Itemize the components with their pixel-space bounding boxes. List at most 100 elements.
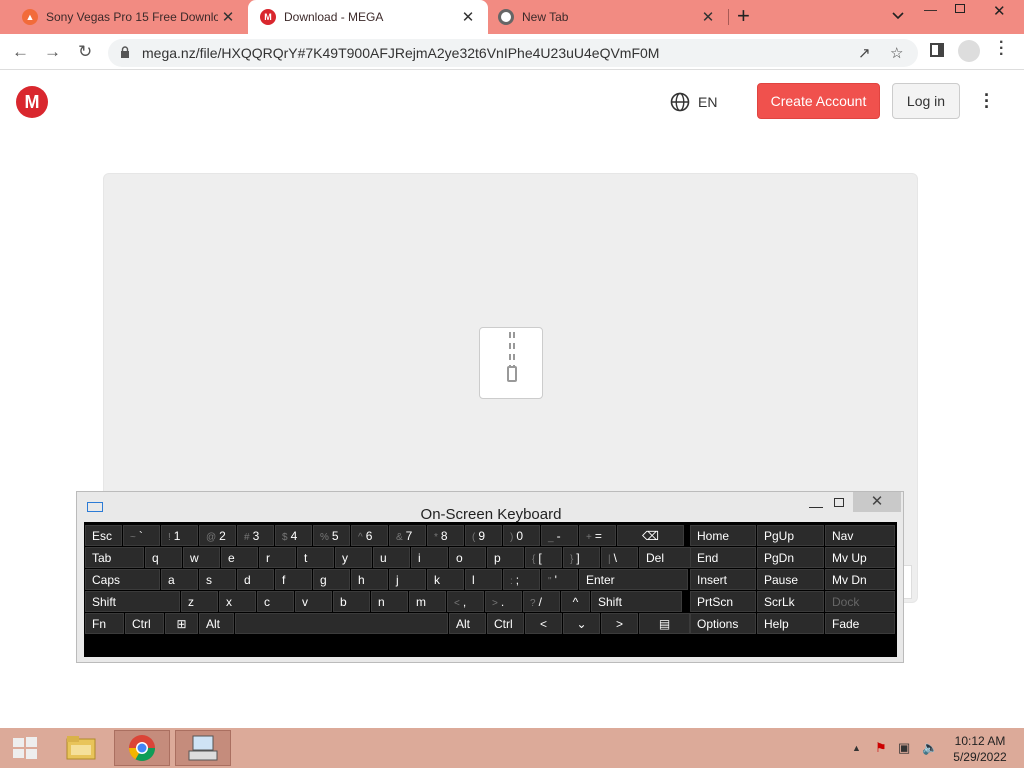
windows-icon[interactable]: ⊞ bbox=[165, 613, 198, 634]
osk-key-ctrl[interactable]: Ctrl bbox=[125, 613, 164, 634]
login-button[interactable]: Log in bbox=[892, 83, 960, 119]
osk-key-j[interactable]: j bbox=[389, 569, 426, 590]
backspace-icon[interactable]: ⌫ bbox=[617, 525, 684, 546]
back-icon[interactable]: ← bbox=[12, 42, 29, 62]
osk-key-p[interactable]: p bbox=[487, 547, 524, 568]
osk-key-pgdn[interactable]: PgDn bbox=[757, 547, 824, 568]
network-icon[interactable]: ▣ bbox=[898, 740, 910, 756]
osk-key-symbol[interactable]: + = bbox=[579, 525, 616, 546]
osk-key-7[interactable]: & 7 bbox=[389, 525, 426, 546]
left-arrow-icon[interactable]: < bbox=[525, 613, 562, 634]
show-hidden-icons-icon[interactable]: ▲ bbox=[852, 743, 861, 753]
osk-key-enter[interactable]: Enter bbox=[579, 569, 688, 590]
browser-menu-icon[interactable]: · · · bbox=[999, 35, 1004, 63]
tab-search-icon[interactable] bbox=[892, 8, 904, 23]
osk-key-3[interactable]: #3 bbox=[237, 525, 274, 546]
osk-key-w[interactable]: w bbox=[183, 547, 220, 568]
osk-key-shift[interactable]: Shift bbox=[591, 591, 682, 612]
restore-window-icon[interactable] bbox=[955, 4, 965, 13]
osk-key-b[interactable]: b bbox=[333, 591, 370, 612]
osk-key-symbol[interactable]: | \ bbox=[601, 547, 638, 568]
osk-key-q[interactable]: q bbox=[145, 547, 182, 568]
close-tab-icon[interactable]: ✕ bbox=[698, 8, 718, 26]
more-options-icon[interactable]: · · · bbox=[984, 86, 990, 116]
close-tab-icon[interactable]: ✕ bbox=[218, 8, 238, 26]
file-explorer-icon[interactable] bbox=[53, 730, 109, 766]
osk-key-scrlk[interactable]: ScrLk bbox=[757, 591, 824, 612]
osk-key-symbol[interactable]: ~ ` bbox=[123, 525, 160, 546]
osk-key-help[interactable]: Help bbox=[757, 613, 824, 634]
forward-icon[interactable]: → bbox=[44, 42, 61, 62]
osk-key-i[interactable]: i bbox=[411, 547, 448, 568]
osk-key-z[interactable]: z bbox=[181, 591, 218, 612]
bookmark-star-icon[interactable]: ☆ bbox=[890, 44, 903, 62]
osk-key-mv-dn[interactable]: Mv Dn bbox=[825, 569, 895, 590]
osk-key-symbol[interactable]: _ - bbox=[541, 525, 578, 546]
mega-logo[interactable]: M bbox=[16, 86, 48, 118]
language-selector[interactable]: EN bbox=[670, 92, 717, 112]
minimize-window-icon[interactable]: — bbox=[924, 2, 937, 17]
osk-key-symbol[interactable]: :; bbox=[503, 569, 540, 590]
osk-key-options[interactable]: Options bbox=[690, 613, 756, 634]
osk-key-symbol[interactable]: >. bbox=[485, 591, 522, 612]
close-window-icon[interactable]: ✕ bbox=[993, 2, 1006, 20]
osk-key-f[interactable]: f bbox=[275, 569, 312, 590]
system-clock[interactable]: 10:12 AM 5/29/2022 bbox=[944, 733, 1016, 765]
osk-key-c[interactable]: c bbox=[257, 591, 294, 612]
profile-avatar-icon[interactable] bbox=[958, 40, 980, 62]
osk-key-5[interactable]: % 5 bbox=[313, 525, 350, 546]
osk-key-pause[interactable]: Pause bbox=[757, 569, 824, 590]
osk-key-n[interactable]: n bbox=[371, 591, 408, 612]
osk-key-shift[interactable]: Shift bbox=[85, 591, 180, 612]
osk-key-pgup[interactable]: PgUp bbox=[757, 525, 824, 546]
osk-key-8[interactable]: * 8 bbox=[427, 525, 464, 546]
osk-key-l[interactable]: l bbox=[465, 569, 502, 590]
osk-key-symbol[interactable]: }] bbox=[563, 547, 600, 568]
osk-key-ctrl[interactable]: Ctrl bbox=[487, 613, 524, 634]
volume-muted-icon[interactable]: 🔈 bbox=[922, 740, 938, 756]
osk-key-y[interactable]: y bbox=[335, 547, 372, 568]
osk-key-home[interactable]: Home bbox=[690, 525, 756, 546]
share-icon[interactable]: ↗ bbox=[858, 44, 871, 62]
osk-key-h[interactable]: h bbox=[351, 569, 388, 590]
osk-key-symbol[interactable]: <, bbox=[447, 591, 484, 612]
create-account-button[interactable]: Create Account bbox=[757, 83, 880, 119]
osk-minimize-icon[interactable]: — bbox=[809, 498, 823, 514]
on-screen-keyboard-taskbar-icon[interactable] bbox=[175, 730, 231, 766]
osk-key-s[interactable]: s bbox=[199, 569, 236, 590]
osk-key-insert[interactable]: Insert bbox=[690, 569, 756, 590]
osk-key-caps[interactable]: Caps bbox=[85, 569, 160, 590]
osk-key-u[interactable]: u bbox=[373, 547, 410, 568]
tab-new-tab[interactable]: New Tab ✕ bbox=[488, 0, 728, 34]
osk-key-esc[interactable]: Esc bbox=[85, 525, 122, 546]
chrome-taskbar-icon[interactable] bbox=[114, 730, 170, 766]
up-arrow-icon[interactable]: ^ bbox=[561, 591, 590, 612]
osk-key-k[interactable]: k bbox=[427, 569, 464, 590]
osk-key-1[interactable]: ! 1 bbox=[161, 525, 198, 546]
osk-key-tab[interactable]: Tab bbox=[85, 547, 144, 568]
osk-key-prtscn[interactable]: PrtScn bbox=[690, 591, 756, 612]
tab-mega[interactable]: M Download - MEGA ✕ bbox=[248, 0, 488, 34]
osk-key-symbol[interactable]: ? / bbox=[523, 591, 560, 612]
osk-key-fade[interactable]: Fade bbox=[825, 613, 895, 634]
osk-key-9[interactable]: (9 bbox=[465, 525, 502, 546]
osk-key-m[interactable]: m bbox=[409, 591, 446, 612]
down-arrow-icon[interactable]: ⌄ bbox=[563, 613, 600, 634]
start-button[interactable] bbox=[0, 730, 50, 766]
osk-key-space[interactable] bbox=[235, 613, 448, 634]
tab-sony-vegas[interactable]: ▲ Sony Vegas Pro 15 Free Downloa ✕ bbox=[0, 0, 248, 34]
side-panel-icon[interactable] bbox=[930, 43, 944, 57]
osk-key-alt[interactable]: Alt bbox=[449, 613, 486, 634]
osk-key-a[interactable]: a bbox=[161, 569, 198, 590]
osk-key-end[interactable]: End bbox=[690, 547, 756, 568]
osk-maximize-icon[interactable] bbox=[834, 498, 844, 507]
osk-key-symbol[interactable]: " ' bbox=[541, 569, 578, 590]
osk-key-fn[interactable]: Fn bbox=[85, 613, 124, 634]
osk-key-mv-up[interactable]: Mv Up bbox=[825, 547, 895, 568]
osk-key-r[interactable]: r bbox=[259, 547, 296, 568]
osk-key-d[interactable]: d bbox=[237, 569, 274, 590]
osk-key-t[interactable]: t bbox=[297, 547, 334, 568]
osk-key-alt[interactable]: Alt bbox=[199, 613, 234, 634]
close-tab-icon[interactable]: ✕ bbox=[458, 8, 478, 26]
menu-key-icon[interactable]: ▤ bbox=[639, 613, 690, 634]
